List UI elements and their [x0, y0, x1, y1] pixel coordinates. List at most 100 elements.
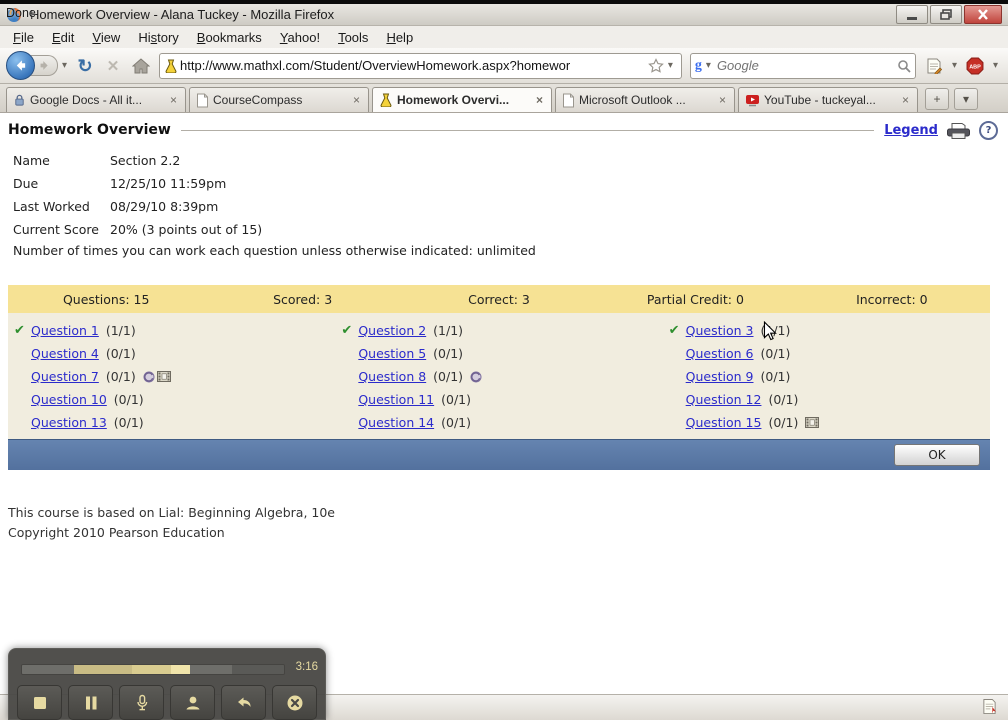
undo-button[interactable] [221, 685, 266, 720]
question-2-link[interactable]: Question 2 [358, 323, 426, 338]
question-9-link[interactable]: Question 9 [686, 369, 754, 384]
url-input[interactable] [178, 57, 648, 74]
question-14-link[interactable]: Question 14 [358, 415, 434, 430]
progress-segment [171, 665, 190, 674]
restore-button[interactable] [930, 5, 962, 24]
video-icon[interactable] [156, 371, 171, 382]
menu-item-help[interactable]: Help [377, 28, 422, 47]
page-header: Homework Overview Legend ? [8, 118, 998, 142]
url-bar[interactable]: ▾ [159, 52, 682, 79]
navigation-toolbar: ▾ ↻ ✕ ▾ g ▾ ▾ ABP ▾ [0, 48, 1008, 84]
menu-item-edit[interactable]: Edit [43, 28, 83, 47]
url-dropdown-icon[interactable]: ▾ [664, 60, 677, 71]
legend-link[interactable]: Legend [884, 123, 938, 138]
tab-label: CourseCompass [213, 93, 303, 107]
menu-item-file[interactable]: File [4, 28, 43, 47]
tab-microsoft-outlook[interactable]: Microsoft Outlook ... × [555, 87, 735, 112]
tab-label: Homework Overvi... [397, 93, 510, 107]
script-status-icon[interactable] [982, 698, 997, 715]
history-dropdown-icon[interactable]: ▾ [58, 60, 71, 71]
tab-youtube-tuckeyal[interactable]: YouTube - tuckeyal... × [738, 87, 918, 112]
question-8-link[interactable]: Question 8 [358, 369, 426, 384]
animation-icon[interactable] [143, 371, 155, 383]
list-all-tabs-icon[interactable]: ▾ [954, 88, 978, 110]
tab-label: YouTube - tuckeyal... [764, 93, 876, 107]
adblock-dropdown-icon[interactable]: ▾ [989, 60, 1002, 71]
detail-value: 20% (3 points out of 15) [110, 222, 263, 237]
forward-button[interactable] [31, 55, 58, 76]
tab-close-icon[interactable]: × [717, 93, 728, 107]
bookmark-star-icon[interactable] [648, 57, 664, 74]
ok-button[interactable]: OK [894, 444, 980, 466]
question-6-link[interactable]: Question 6 [686, 346, 754, 361]
question-1-link[interactable]: Question 1 [31, 323, 99, 338]
detail-label: Name [13, 153, 50, 168]
menu-item-yahoo[interactable]: Yahoo! [271, 28, 329, 47]
search-magnifier-icon[interactable] [897, 59, 911, 73]
stop-button[interactable]: ✕ [101, 54, 125, 78]
mic-button[interactable] [119, 685, 164, 720]
course-footer: This course is based on Lial: Beginning … [8, 503, 335, 543]
search-input[interactable] [714, 57, 897, 74]
home-button[interactable] [129, 54, 153, 78]
tab-coursecompass[interactable]: CourseCompass × [189, 87, 369, 112]
blank-page-icon [196, 93, 209, 108]
webcam-button[interactable] [170, 685, 215, 720]
close-button[interactable] [964, 5, 1002, 24]
question-3-link[interactable]: Question 3 [686, 323, 754, 338]
mouse-cursor [763, 321, 777, 342]
search-bar[interactable]: g ▾ [689, 52, 916, 79]
help-icon[interactable]: ? [979, 120, 998, 140]
stat-correct: Correct: 3 [468, 291, 530, 307]
tab-google-docs-all-it[interactable]: Google Docs - All it... × [6, 87, 186, 112]
reload-button[interactable]: ↻ [73, 54, 97, 78]
menu-item-view[interactable]: View [83, 28, 129, 47]
question-score: (0/1) [760, 346, 791, 361]
pause-button[interactable] [68, 685, 113, 720]
question-cell-question-14: ✔Question 14(0/1) [335, 411, 662, 434]
question-cell-question-11: ✔Question 11(0/1) [335, 388, 662, 411]
detail-label: Last Worked [13, 199, 90, 214]
cancel-button[interactable] [272, 685, 317, 720]
question-cell-question-2: ✔ Question 2 (1/1) [335, 319, 662, 342]
question-cell-question-12: ✔Question 12(0/1) [663, 388, 990, 411]
question-15-link[interactable]: Question 15 [686, 415, 762, 430]
stop-button[interactable] [17, 685, 62, 720]
minimize-button[interactable] [896, 5, 928, 24]
site-favicon [164, 59, 178, 73]
question-score: (0/1) [113, 415, 144, 430]
question-12-link[interactable]: Question 12 [686, 392, 762, 407]
detail-row-name: Name Section 2.2 [13, 149, 713, 172]
tab-close-icon[interactable]: × [900, 93, 911, 107]
printer-icon[interactable] [946, 122, 971, 139]
recording-progress-bar[interactable] [21, 664, 285, 675]
menu-item-history[interactable]: History [129, 28, 187, 47]
page-capture-dropdown-icon[interactable]: ▾ [948, 60, 961, 71]
question-cell-question-10: ✔Question 10(0/1) [8, 388, 335, 411]
tab-close-icon[interactable]: × [534, 93, 545, 107]
back-button[interactable] [6, 51, 35, 80]
tab-close-icon[interactable]: × [351, 93, 362, 107]
animation-icon[interactable] [470, 371, 482, 383]
progress-segment [74, 665, 133, 674]
question-score: (0/1) [760, 369, 791, 384]
adblock-plus-icon[interactable]: ABP [963, 54, 987, 78]
question-cell-question-4: ✔Question 4(0/1) [8, 342, 335, 365]
question-11-link[interactable]: Question 11 [358, 392, 434, 407]
menu-item-tools[interactable]: Tools [329, 28, 377, 47]
search-engine-dropdown-icon[interactable]: ▾ [702, 60, 715, 71]
correct-check-icon: ✔ [668, 323, 680, 338]
page-capture-icon[interactable] [922, 54, 946, 78]
question-7-link[interactable]: Question 7 [31, 369, 99, 384]
tab-close-icon[interactable]: × [168, 93, 179, 107]
question-13-link[interactable]: Question 13 [31, 415, 107, 430]
question-4-link[interactable]: Question 4 [31, 346, 99, 361]
new-tab-button[interactable]: + [925, 88, 949, 110]
question-10-link[interactable]: Question 10 [31, 392, 107, 407]
question-5-link[interactable]: Question 5 [358, 346, 426, 361]
tab-homework-overvi[interactable]: Homework Overvi... × [372, 87, 552, 112]
menu-item-bookmarks[interactable]: Bookmarks [188, 28, 271, 47]
video-icon[interactable] [805, 417, 820, 428]
question-score: (0/1) [113, 392, 144, 407]
detail-value: 12/25/10 11:59pm [110, 176, 227, 191]
